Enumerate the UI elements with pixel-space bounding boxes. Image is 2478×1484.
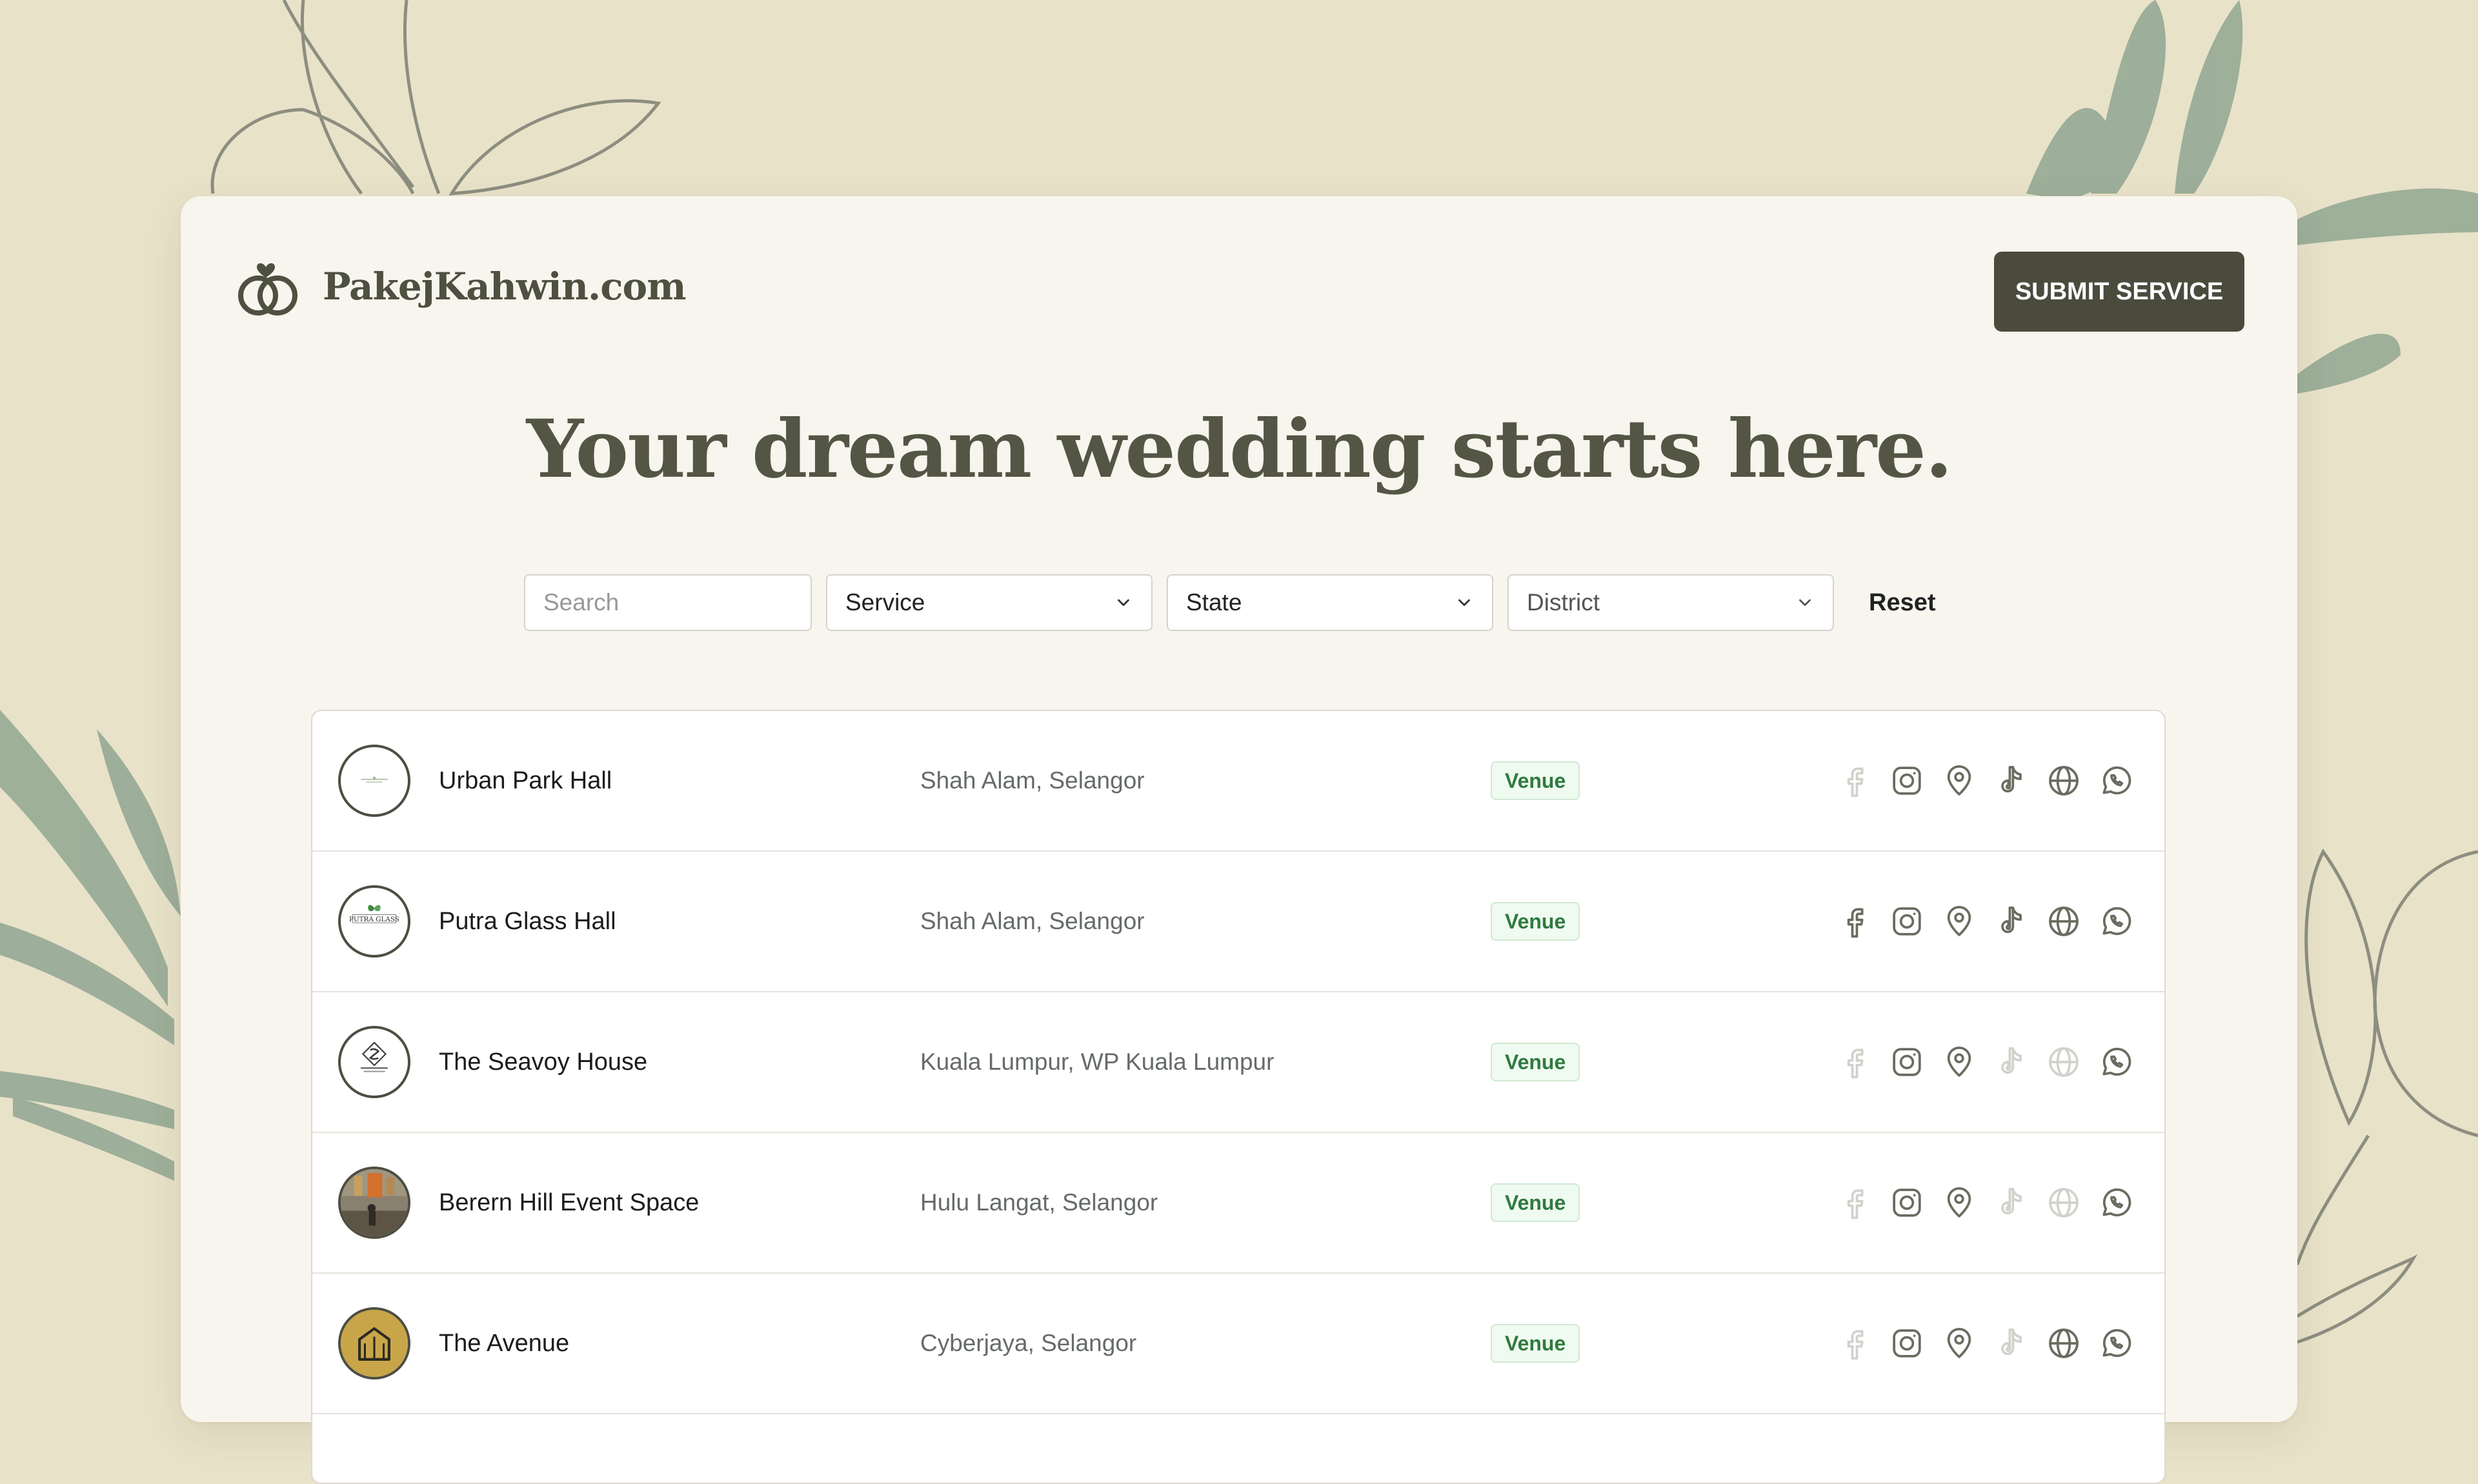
category-badge: Venue [1491, 1324, 1580, 1363]
listing-name[interactable]: Putra Glass Hall [439, 908, 616, 936]
listing-location: Shah Alam, Selangor [920, 767, 1145, 794]
category-badge: Venue [1491, 902, 1580, 941]
whatsapp-icon[interactable] [2098, 1325, 2134, 1361]
whatsapp-icon[interactable] [2098, 1185, 2134, 1221]
listing-location: Shah Alam, Selangor [920, 908, 1145, 934]
globe-icon[interactable] [2046, 1044, 2082, 1080]
listing-location: Kuala Lumpur, WP Kuala Lumpur [920, 1048, 1274, 1075]
table-row[interactable]: Urban Park Hall Shah Alam, Selangor Venu… [312, 711, 2164, 852]
brand-logo[interactable]: PakejKahwin.com [234, 253, 687, 320]
svg-text:PUTRA GLASS: PUTRA GLASS [349, 916, 399, 923]
listing-table: Urban Park Hall Shah Alam, Selangor Venu… [311, 710, 2166, 1484]
hero-title: Your dream wedding starts here. [526, 403, 1953, 496]
listing-name[interactable]: Urban Park Hall [439, 767, 612, 795]
instagram-icon[interactable] [1889, 1325, 1925, 1361]
tiktok-icon[interactable] [1993, 763, 2030, 799]
facebook-icon[interactable] [1837, 903, 1873, 939]
facebook-icon[interactable] [1837, 1325, 1873, 1361]
service-select[interactable]: Service [826, 574, 1153, 631]
globe-icon[interactable] [2046, 1325, 2082, 1361]
chevron-down-icon [1458, 599, 1470, 607]
listing-name[interactable]: The Seavoy House [439, 1048, 647, 1076]
instagram-icon[interactable] [1889, 903, 1925, 939]
the-avenue-logo [338, 1307, 410, 1379]
social-links [1837, 763, 2134, 799]
globe-icon[interactable] [2046, 1185, 2082, 1221]
facebook-icon[interactable] [1837, 1185, 1873, 1221]
social-links [1837, 1044, 2134, 1080]
map-pin-icon[interactable] [1941, 1044, 1977, 1080]
instagram-icon[interactable] [1889, 1185, 1925, 1221]
tiktok-icon[interactable] [1993, 1185, 2030, 1221]
tiktok-icon[interactable] [1993, 1044, 2030, 1080]
table-row[interactable]: The Avenue Cyberjaya, Selangor Venue [312, 1274, 2164, 1414]
seavoy-house-logo [338, 1026, 410, 1098]
globe-icon[interactable] [2046, 763, 2082, 799]
brand-name: PakejKahwin.com [323, 265, 687, 308]
category-badge: Venue [1491, 761, 1580, 800]
whatsapp-icon[interactable] [2098, 1044, 2134, 1080]
social-links [1837, 903, 2134, 939]
map-pin-icon[interactable] [1941, 1185, 1977, 1221]
map-pin-icon[interactable] [1941, 1325, 1977, 1361]
search-input[interactable]: Search [524, 574, 812, 631]
submit-service-button[interactable]: SUBMIT SERVICE [1994, 252, 2244, 332]
listing-name[interactable]: The Avenue [439, 1330, 569, 1358]
social-links [1837, 1325, 2134, 1361]
category-badge: Venue [1491, 1183, 1580, 1222]
state-select[interactable]: State [1167, 574, 1493, 631]
district-select-label: District [1527, 589, 1600, 616]
listing-name[interactable]: Berern Hill Event Space [439, 1189, 699, 1217]
listing-location: Cyberjaya, Selangor [920, 1330, 1137, 1356]
state-select-label: State [1186, 589, 1242, 616]
listing-location: Hulu Langat, Selangor [920, 1189, 1158, 1216]
category-badge: Venue [1491, 1043, 1580, 1081]
search-placeholder: Search [543, 589, 620, 616]
globe-icon[interactable] [2046, 903, 2082, 939]
table-row[interactable]: PUTRA GLASS Putra Glass Hall Shah Alam, … [312, 852, 2164, 992]
table-row[interactable]: The Seavoy House Kuala Lumpur, WP Kuala … [312, 992, 2164, 1133]
service-select-label: Service [845, 589, 925, 616]
putra-glass-logo: PUTRA GLASS [338, 885, 410, 958]
filter-bar: Search Service State District Reset [524, 573, 1936, 632]
instagram-icon[interactable] [1889, 763, 1925, 799]
facebook-icon[interactable] [1837, 1044, 1873, 1080]
chevron-down-icon [1118, 599, 1129, 607]
berern-hill-photo [338, 1167, 410, 1239]
chevron-down-icon [1799, 599, 1811, 607]
rings-heart-icon [238, 263, 297, 316]
main-card: PakejKahwin.com SUBMIT SERVICE Your drea… [181, 196, 2297, 1484]
facebook-icon[interactable] [1837, 763, 1873, 799]
urban-park-logo [338, 745, 410, 817]
map-pin-icon[interactable] [1941, 903, 1977, 939]
district-select[interactable]: District [1507, 574, 1834, 631]
instagram-icon[interactable] [1889, 1044, 1925, 1080]
map-pin-icon[interactable] [1941, 763, 1977, 799]
tiktok-icon[interactable] [1993, 1325, 2030, 1361]
reset-button[interactable]: Reset [1869, 589, 1936, 617]
social-links [1837, 1185, 2134, 1221]
table-row[interactable]: Berern Hill Event Space Hulu Langat, Sel… [312, 1133, 2164, 1274]
whatsapp-icon[interactable] [2098, 763, 2134, 799]
whatsapp-icon[interactable] [2098, 903, 2134, 939]
tiktok-icon[interactable] [1993, 903, 2030, 939]
